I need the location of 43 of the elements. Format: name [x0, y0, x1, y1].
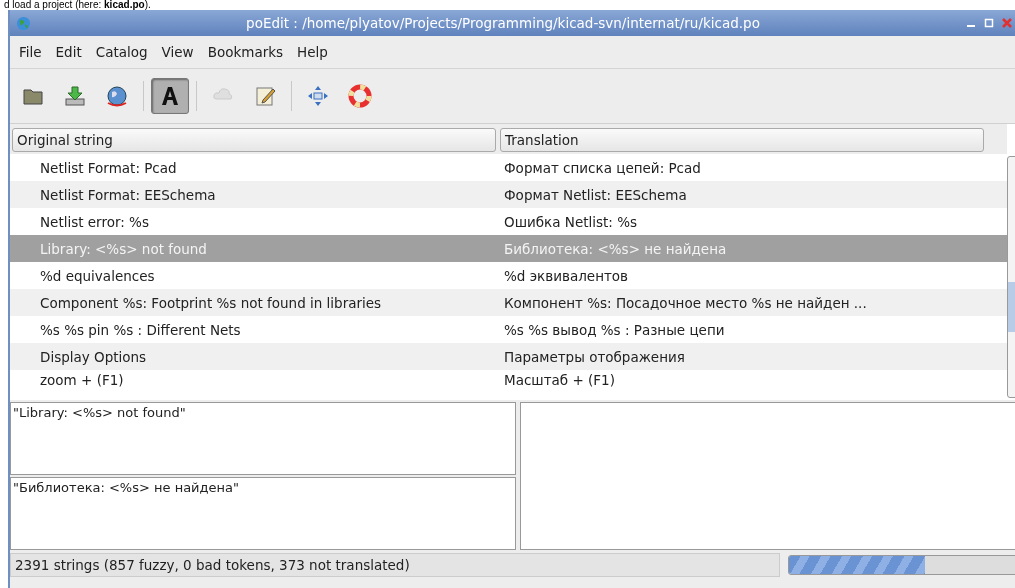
move-arrows-icon [306, 84, 330, 108]
table-row[interactable]: Display Options Параметры отображения [10, 343, 1007, 370]
menu-item[interactable]: File [14, 42, 47, 62]
table-cell-text: Формат списка цепей: Pcad [503, 159, 701, 176]
column-header[interactable]: Translation [500, 128, 984, 152]
download-icon [63, 84, 87, 108]
table-cell-text: Library: <%s> not found [39, 240, 208, 257]
globe-icon [16, 15, 31, 31]
table-cell-text: %s %s вывод %s : Разные цепи [503, 321, 725, 338]
close-icon[interactable] [1001, 17, 1013, 29]
table-cell-text: Масштаб + (F1) [503, 372, 615, 388]
lifebuoy-icon [348, 84, 372, 108]
globe-icon [105, 84, 129, 108]
menu-item[interactable]: Catalog [90, 42, 153, 62]
notepad-icon [253, 84, 277, 108]
table-cell-text: Библиотека: <%s> не найдена [503, 240, 727, 257]
table-cell-text: Netlist error: %s [39, 213, 150, 230]
menu-item[interactable]: View [156, 42, 199, 62]
table-cell-text: %s %s pin %s : Different Nets [39, 321, 242, 338]
table-cell-text: Component %s: Footprint %s not found in libraries [39, 294, 383, 311]
table-cell-text: zoom + (F1) [39, 372, 125, 388]
table-cell-text: Компонент %s: Посадочное место %s не найден ... [503, 294, 867, 311]
table-cell-text: Формат Netlist: EESchema [503, 186, 687, 203]
translation-text-box[interactable]: "Библиотека: <%s> не найдена" [10, 477, 516, 550]
menu-item[interactable]: Help [292, 42, 333, 62]
source-text-box[interactable]: "Library: <%s> not found" [10, 402, 516, 475]
window-title: poEdit : /home/plyatov/Projects/Programming/kicad-svn/internat/ru/kicad.po [245, 15, 761, 31]
column-header[interactable]: Original string [12, 128, 496, 152]
status-text: 2391 strings (857 fuzzy, 0 bad tokens, 373 not translated) [10, 553, 780, 577]
menu-item[interactable]: Edit [50, 42, 87, 62]
table-cell-text: Ошибка Netlist: %s [503, 213, 638, 230]
toolbar-button[interactable] [151, 78, 189, 114]
maximize-icon[interactable] [983, 17, 995, 29]
table-cell-text: Netlist Format: EESchema [39, 186, 217, 203]
table-cell-text: Параметры отображения [503, 348, 685, 365]
table-cell-text: %d эквивалентов [503, 267, 629, 284]
table-cell-text: %d equivalences [39, 267, 156, 284]
table-cell-text: Display Options [39, 348, 148, 365]
table-cell-text: Netlist Format: Pcad [39, 159, 178, 176]
table-row[interactable]: Netlist Format: EESchema Формат Netlist: EESchema [10, 181, 1007, 208]
menu-item[interactable]: Bookmarks [202, 42, 289, 62]
caption-text: d load a project (here: kicad.po). [3, 0, 152, 10]
table-row[interactable]: Component %s: Footprint %s not found in libraries Компонент %s: Посадочное место %s не найден ... [10, 289, 1007, 316]
